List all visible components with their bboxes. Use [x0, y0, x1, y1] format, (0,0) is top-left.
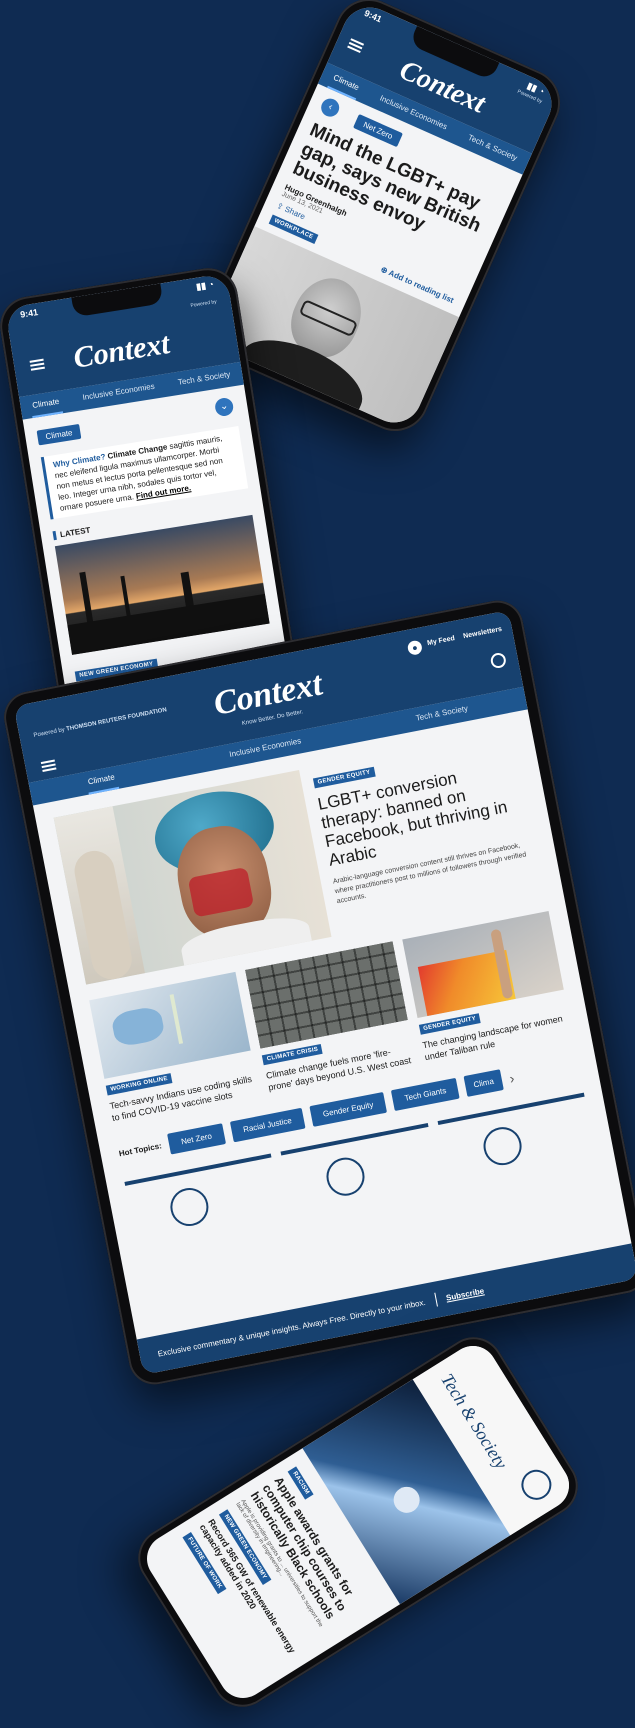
pill-climate[interactable]: Climate	[36, 423, 82, 446]
topic-racial-justice[interactable]: Racial Justice	[229, 1107, 306, 1143]
tablet: Powered by THOMSON REUTERS FOUNDATION Co…	[0, 596, 635, 1389]
menu-icon[interactable]	[40, 759, 57, 773]
phone-bottom: Tech & Society RACISM Apple awards grant…	[126, 1325, 590, 1719]
phone-bottom-screen: Tech & Society RACISM Apple awards grant…	[137, 1336, 579, 1708]
apple-logo-icon	[388, 1481, 425, 1518]
tablet-screen: Powered by THOMSON REUTERS FOUNDATION Co…	[13, 610, 635, 1375]
chevron-right-icon[interactable]: ›	[508, 1069, 516, 1086]
subscribe-link[interactable]: Subscribe	[445, 1286, 485, 1302]
newsletter-text: Exclusive commentary & unique insights. …	[156, 1297, 427, 1359]
menu-icon[interactable]	[29, 358, 45, 371]
my-feed-link[interactable]: My Feed	[427, 635, 456, 647]
search-icon[interactable]	[489, 651, 508, 670]
card[interactable]: CLIMATE CRISIS Climate change fuels more…	[245, 941, 417, 1093]
user-icon[interactable]: ●	[406, 639, 424, 656]
logo[interactable]: Context	[71, 327, 172, 376]
newsletter-bar: Exclusive commentary & unique insights. …	[136, 1243, 635, 1375]
topic-tech-giants[interactable]: Tech Giants	[390, 1077, 460, 1112]
powered-by: Powered by THOMSON REUTERS FOUNDATION	[33, 707, 168, 740]
keyboard-photo	[245, 941, 408, 1049]
vaccine-photo	[89, 971, 251, 1079]
menu-icon[interactable]	[347, 38, 365, 54]
camera-icon	[515, 1464, 558, 1506]
powered-by: Powered by	[190, 298, 218, 309]
newsletters-link[interactable]: Newsletters	[463, 626, 503, 640]
back-icon[interactable]: ‹	[318, 95, 343, 120]
topic-net-zero[interactable]: Net Zero	[167, 1123, 226, 1155]
card[interactable]: WORKING ONLINE Tech-savvy Indians use co…	[89, 971, 260, 1124]
topic-climate[interactable]: Clima	[463, 1069, 504, 1097]
growth-icon	[323, 1154, 369, 1199]
phone-top-screen: 9:41 ▮▮ ◔ Context Powered by Climate Incl…	[203, 0, 561, 432]
topic-gender-equity[interactable]: Gender Equity	[309, 1091, 388, 1127]
hot-topics-label: Hot Topics:	[118, 1141, 163, 1159]
camera-icon	[479, 1123, 525, 1169]
flag-photo	[401, 911, 564, 1019]
chevron-down-icon[interactable]: ⌄	[213, 396, 235, 418]
tree-icon	[167, 1184, 212, 1230]
card[interactable]: GENDER EQUITY The changing landscape for…	[401, 911, 573, 1063]
